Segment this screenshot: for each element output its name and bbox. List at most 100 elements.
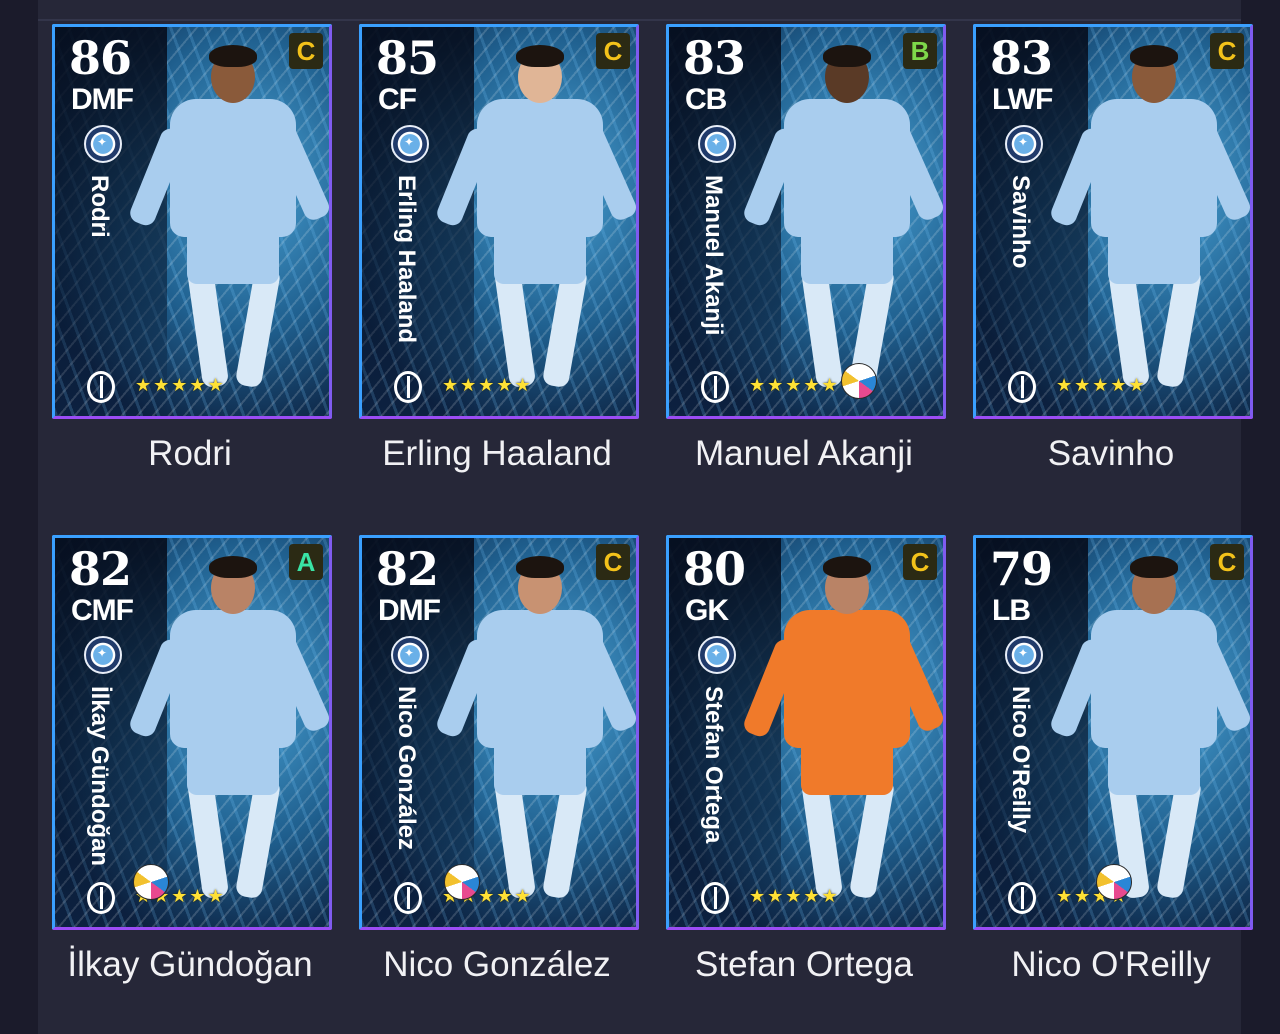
player-leg — [800, 265, 844, 389]
overall-rating: 79 — [990, 542, 1053, 596]
crest-symbol-icon: ✦ — [403, 135, 415, 149]
position-label: CF — [378, 83, 417, 116]
star-rating: ★★★★★ — [135, 375, 226, 396]
overall-rating: 80 — [683, 542, 746, 596]
football-icon — [133, 864, 169, 900]
player-card[interactable]: 82 DMF C ✦ Nico González ★★★★★ — [359, 535, 639, 930]
player-leg — [493, 265, 537, 389]
player-shirt — [784, 99, 910, 237]
overall-rating: 82 — [69, 542, 132, 596]
grade-badge: A — [289, 544, 323, 580]
football-icon — [841, 363, 877, 399]
player-hair — [823, 556, 871, 578]
efootball-logo-icon — [394, 371, 422, 403]
efootball-logo-icon — [1008, 882, 1036, 914]
efootball-logo-icon — [1008, 371, 1036, 403]
star-rating: ★★★★★ — [442, 375, 533, 396]
player-shirt — [1091, 99, 1217, 237]
efootball-logo-icon — [394, 882, 422, 914]
grade-badge: C — [596, 33, 630, 69]
player-leg — [541, 776, 589, 900]
player-tile[interactable]: 82 DMF C ✦ Nico González ★★★★★ Nico Gonz… — [359, 535, 639, 1005]
player-leg — [493, 776, 537, 900]
player-name-caption[interactable]: Manuel Akanji — [666, 434, 942, 474]
player-leg — [800, 776, 844, 900]
player-tile[interactable]: 85 CF C ✦ Erling Haaland ★★★★★ Erling Ha… — [359, 24, 639, 494]
overall-rating: 85 — [376, 31, 439, 85]
player-leg — [1155, 776, 1203, 900]
player-name-caption[interactable]: Nico González — [359, 945, 635, 985]
overall-rating: 83 — [990, 31, 1053, 85]
crest-symbol-icon: ✦ — [403, 646, 415, 660]
player-name-caption[interactable]: Savinho — [973, 434, 1249, 474]
crest-symbol-icon: ✦ — [96, 646, 108, 660]
player-tile[interactable]: 83 LWF C ✦ Savinho ★★★★★ Savinho — [973, 24, 1253, 494]
player-leg — [541, 265, 589, 389]
grade-badge: C — [289, 33, 323, 69]
efootball-logo-icon — [87, 371, 115, 403]
player-card[interactable]: 83 LWF C ✦ Savinho ★★★★★ — [973, 24, 1253, 419]
position-label: CMF — [71, 594, 134, 627]
player-shirt — [477, 610, 603, 748]
player-name-caption[interactable]: İlkay Gündoğan — [52, 945, 328, 985]
player-tile[interactable]: 80 GK C ✦ Stefan Ortega ★★★★★ Stefan Ort… — [666, 535, 946, 1005]
player-leg — [848, 776, 896, 900]
position-label: LB — [992, 594, 1031, 627]
player-tile[interactable]: 83 CB B ✦ Manuel Akanji ★★★★★ Manuel Aka… — [666, 24, 946, 494]
position-label: LWF — [992, 83, 1053, 116]
player-name-caption[interactable]: Nico O'Reilly — [973, 945, 1249, 985]
overall-rating: 82 — [376, 542, 439, 596]
position-label: DMF — [71, 83, 134, 116]
card-player-name: Manuel Akanji — [700, 175, 727, 336]
efootball-logo-icon — [701, 882, 729, 914]
overall-rating: 86 — [69, 31, 132, 85]
crest-symbol-icon: ✦ — [1017, 646, 1029, 660]
grade-badge: C — [903, 544, 937, 580]
player-card[interactable]: 85 CF C ✦ Erling Haaland ★★★★★ — [359, 24, 639, 419]
card-player-name: Stefan Ortega — [700, 686, 727, 844]
grade-badge: C — [1210, 544, 1244, 580]
player-hair — [1130, 45, 1178, 67]
player-hair — [209, 45, 257, 67]
player-card[interactable]: 79 LB C ✦ Nico O'Reilly ★★★★ — [973, 535, 1253, 930]
player-grid: 86 DMF C ✦ Rodri ★★★★★ Rodri 85 CF C ✦ E… — [0, 0, 1280, 1034]
player-hair — [516, 45, 564, 67]
player-name-caption[interactable]: Rodri — [52, 434, 328, 474]
grade-badge: C — [596, 544, 630, 580]
player-shirt — [170, 610, 296, 748]
efootball-logo-icon — [87, 882, 115, 914]
crest-symbol-icon: ✦ — [710, 646, 722, 660]
position-label: CB — [685, 83, 727, 116]
football-icon — [444, 864, 480, 900]
player-tile[interactable]: 79 LB C ✦ Nico O'Reilly ★★★★ Nico O'Reil… — [973, 535, 1253, 1005]
player-shirt — [1091, 610, 1217, 748]
player-image — [1046, 37, 1250, 412]
player-name-caption[interactable]: Stefan Ortega — [666, 945, 942, 985]
player-leg — [1155, 265, 1203, 389]
crest-symbol-icon: ✦ — [96, 135, 108, 149]
player-card[interactable]: 82 CMF A ✦ İlkay Gündoğan ★★★★★ — [52, 535, 332, 930]
player-hair — [1130, 556, 1178, 578]
player-shirt — [784, 610, 910, 748]
player-image — [739, 548, 943, 923]
player-name-caption[interactable]: Erling Haaland — [359, 434, 635, 474]
player-image — [739, 37, 943, 412]
player-card[interactable]: 83 CB B ✦ Manuel Akanji ★★★★★ — [666, 24, 946, 419]
position-label: GK — [685, 594, 729, 627]
player-hair — [823, 45, 871, 67]
player-tile[interactable]: 82 CMF A ✦ İlkay Gündoğan ★★★★★ İlkay Gü… — [52, 535, 332, 1005]
grade-badge: C — [1210, 33, 1244, 69]
star-rating: ★★★★★ — [749, 375, 840, 396]
card-player-name: Rodri — [86, 175, 113, 238]
player-card[interactable]: 86 DMF C ✦ Rodri ★★★★★ — [52, 24, 332, 419]
player-leg — [234, 776, 282, 900]
player-image — [1046, 548, 1250, 923]
player-leg — [1107, 265, 1151, 389]
player-hair — [209, 556, 257, 578]
player-tile[interactable]: 86 DMF C ✦ Rodri ★★★★★ Rodri — [52, 24, 332, 494]
player-card[interactable]: 80 GK C ✦ Stefan Ortega ★★★★★ — [666, 535, 946, 930]
player-leg — [186, 776, 230, 900]
player-shirt — [170, 99, 296, 237]
star-rating: ★★★★★ — [749, 886, 840, 907]
card-player-name: Nico O'Reilly — [1007, 686, 1034, 834]
